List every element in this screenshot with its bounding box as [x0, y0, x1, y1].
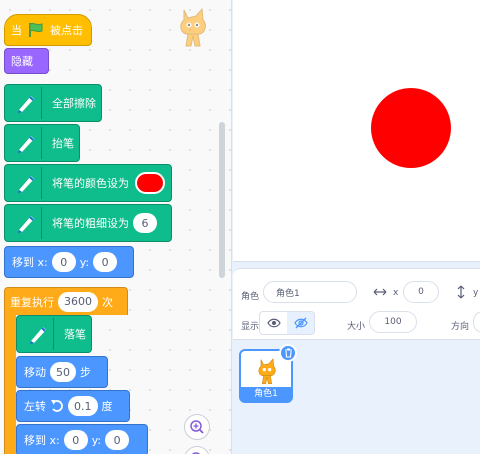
pen-down-block[interactable]: 落笔 — [16, 315, 92, 353]
zoom-out-button[interactable] — [184, 446, 210, 454]
sprite-tile[interactable]: 角色1 — [239, 344, 297, 403]
hide-sprite-button[interactable] — [287, 312, 314, 334]
eye-icon — [266, 318, 281, 328]
red-circle-drawing — [371, 88, 451, 168]
code-area-scrollbar[interactable] — [219, 122, 225, 278]
delete-sprite-button[interactable] — [279, 344, 297, 362]
move-steps-input[interactable]: 50 — [50, 362, 76, 382]
set-pen-color-block[interactable]: 将笔的颜色设为 — [4, 164, 172, 202]
sprite-name-input[interactable]: 角色1 — [263, 281, 357, 303]
set-pen-size-block[interactable]: 将笔的粗细设为 6 — [4, 204, 172, 242]
turn-degrees-input[interactable]: 0.1 — [68, 396, 98, 416]
pen-icon — [22, 318, 54, 350]
pen-icon — [10, 167, 42, 199]
pen-icon — [10, 87, 42, 119]
sprite-info-panel: 角色 角色1 x 0 y 显示 大小 100 方向 — [233, 268, 480, 340]
pen-icon — [10, 127, 42, 159]
zoom-in-button[interactable] — [184, 414, 210, 440]
pen-size-input[interactable]: 6 — [133, 213, 157, 233]
sprite-name-label: 角色 — [241, 292, 260, 302]
go-to-xy-block-2[interactable]: 移到 x: 0 y: 0 — [16, 424, 148, 454]
stage[interactable] — [233, 0, 480, 262]
turn-left-label: 左转 — [24, 400, 46, 413]
x-input-2[interactable]: 0 — [63, 430, 88, 450]
pen-up-label: 抬笔 — [52, 137, 74, 150]
zoom-in-icon — [190, 420, 204, 434]
repeat-count-input[interactable]: 3600 — [58, 291, 98, 312]
visibility-toggle[interactable] — [259, 311, 315, 335]
pen-icon — [10, 207, 42, 239]
hide-block[interactable]: 隐藏 — [4, 48, 49, 74]
y-input[interactable]: 0 — [93, 252, 118, 272]
rotate-left-icon — [51, 400, 63, 412]
show-label: 显示 — [241, 322, 260, 332]
go-to-y-label-2: y: — [91, 433, 102, 447]
turn-left-block[interactable]: 左转 0.1 度 — [16, 390, 130, 422]
hide-label: 隐藏 — [11, 55, 33, 68]
clicked-label: 被点击 — [50, 24, 83, 37]
set-pen-color-label: 将笔的颜色设为 — [52, 177, 129, 190]
cat-sprite-icon — [180, 7, 206, 47]
pen-up-block[interactable]: 抬笔 — [4, 124, 80, 162]
trash-icon — [284, 348, 292, 358]
go-to-y-label: y: — [79, 255, 90, 269]
repeat-block[interactable]: 重复执行 3600 次 — [4, 287, 128, 315]
go-to-x-label-2: 移到 x: — [24, 434, 60, 447]
direction-label: 方向 — [451, 322, 470, 332]
erase-all-label: 全部擦除 — [52, 97, 96, 110]
set-pen-size-label: 将笔的粗细设为 — [52, 217, 129, 230]
repeat-suffix: 次 — [102, 295, 113, 309]
turn-suffix: 度 — [101, 400, 113, 413]
move-suffix: 步 — [80, 366, 91, 379]
green-flag-icon — [29, 22, 43, 37]
y-label: y — [473, 288, 479, 298]
repeat-label: 重复执行 — [10, 295, 54, 309]
size-label: 大小 — [347, 322, 366, 332]
when-label: 当 — [11, 24, 22, 37]
repeat-block-arm — [4, 313, 16, 454]
go-to-x-label: 移到 x: — [12, 256, 48, 269]
x-position-input[interactable]: 0 — [403, 281, 439, 303]
x-input[interactable]: 0 — [51, 252, 76, 272]
pen-color-picker[interactable] — [135, 172, 165, 194]
x-label: x — [393, 288, 399, 298]
sprite-tile-name: 角色1 — [241, 387, 291, 401]
go-to-xy-block[interactable]: 移到 x: 0 y: 0 — [4, 246, 134, 278]
when-flag-clicked-block[interactable]: 当 被点击 — [4, 14, 92, 46]
vertical-arrows-icon — [457, 285, 465, 299]
size-input[interactable]: 100 — [369, 311, 417, 333]
eye-hidden-icon — [293, 317, 308, 329]
sprite-list: 角色1 — [233, 341, 480, 454]
y-input-2[interactable]: 0 — [105, 430, 130, 450]
erase-all-block[interactable]: 全部擦除 — [4, 84, 102, 122]
pen-down-label: 落笔 — [64, 328, 86, 341]
cat-sprite-icon — [258, 358, 276, 384]
horizontal-arrows-icon — [373, 288, 387, 296]
show-sprite-button[interactable] — [260, 312, 287, 334]
move-steps-block[interactable]: 移动 50 步 — [16, 356, 108, 388]
move-label: 移动 — [24, 366, 46, 379]
direction-input[interactable] — [473, 311, 480, 333]
code-area[interactable]: 当 被点击 隐藏 全部擦除 抬笔 将笔的颜色设为 将笔的粗细设为 6 移到 x:… — [0, 0, 232, 454]
